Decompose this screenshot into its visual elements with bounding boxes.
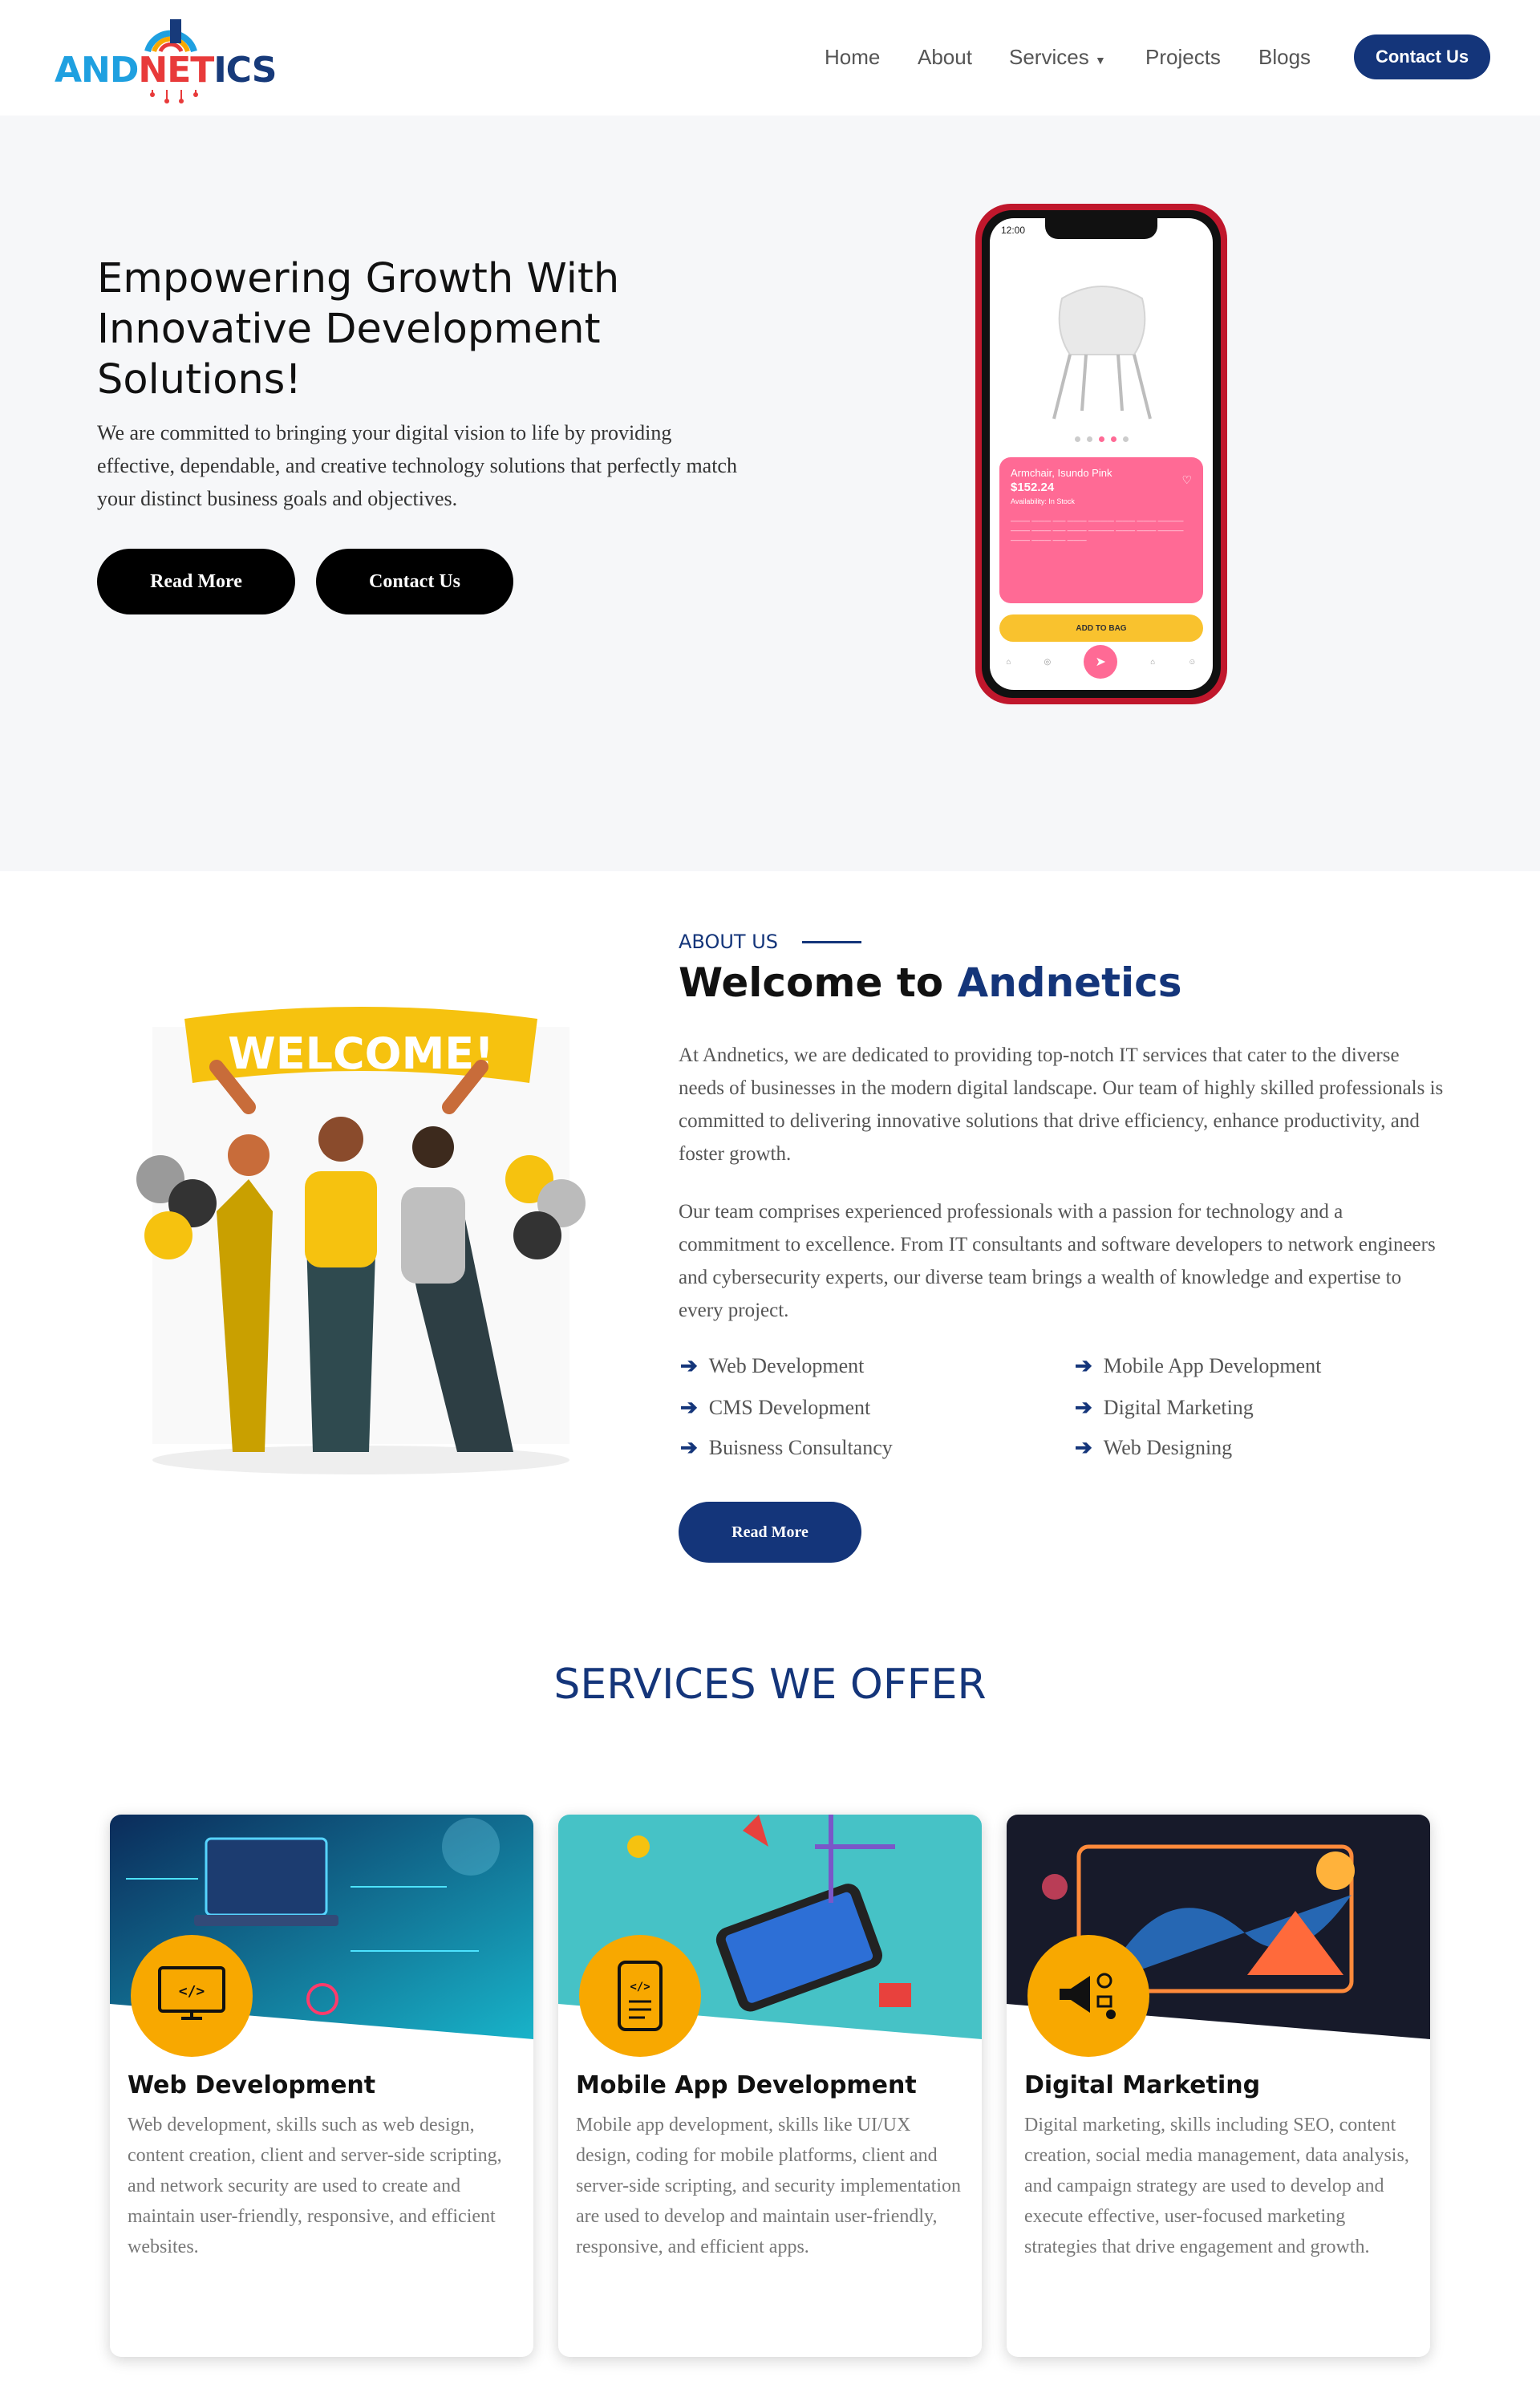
- service-card-web-development[interactable]: </> Web Development Web development, ski…: [110, 1815, 533, 2357]
- arrow-right-icon: ➔: [1075, 1436, 1092, 1459]
- nav-about[interactable]: About: [918, 45, 972, 70]
- card-description: Digital marketing, skills including SEO,…: [1024, 2115, 1409, 2257]
- andnetics-logo[interactable]: ANDNETICS: [55, 11, 277, 106]
- phone-status-time: 12:00: [1001, 225, 1026, 236]
- about-title-plain: Welcome to: [679, 959, 958, 1006]
- hero-title: Empowering Growth With Innovative Develo…: [97, 255, 620, 404]
- card-title: Mobile App Development: [576, 2071, 917, 2099]
- nav-blogs[interactable]: Blogs: [1258, 45, 1311, 70]
- welcome-banner-text: WELCOME!: [228, 1028, 494, 1079]
- add-to-bag-button: ADD TO BAG: [999, 614, 1203, 642]
- heart-icon: ♡: [1181, 473, 1192, 486]
- svg-text:</>: </>: [630, 1981, 650, 1993]
- product-card: Armchair, Isundo Pink $152.24 Availabili…: [999, 457, 1203, 603]
- card-description: Web development, skills such as web desi…: [128, 2115, 502, 2257]
- store-tab-icon: ⌂: [1150, 657, 1156, 667]
- product-price: $152.24: [1011, 481, 1055, 494]
- logo-circuit-icon: [150, 90, 198, 103]
- about-paragraph-1: At Andnetics, we are dedicated to provid…: [679, 1044, 1444, 1165]
- code-monitor-icon: </>: [131, 1935, 253, 2057]
- hero-read-more-button[interactable]: Read More: [97, 549, 295, 614]
- hero-section: Empowering Growth With Innovative Develo…: [0, 116, 1540, 871]
- arrow-right-icon: ➔: [680, 1396, 698, 1419]
- armchair-icon: [1052, 286, 1152, 420]
- nav-home[interactable]: Home: [825, 45, 880, 70]
- service-card-mobile-app-development[interactable]: </> Mobile App Development Mobile app de…: [558, 1815, 982, 2357]
- hero-description: We are committed to bringing your digita…: [97, 421, 737, 510]
- profile-tab-icon: ☺: [1188, 657, 1197, 667]
- arrow-right-icon: ➔: [680, 1354, 698, 1377]
- svg-text:</>: </>: [179, 1983, 205, 2000]
- nav-services-label: Services: [1009, 45, 1089, 69]
- mobile-code-icon: </>: [579, 1935, 701, 2057]
- card-title: Digital Marketing: [1024, 2071, 1261, 2099]
- feature-mobile-app-development: ➔ Mobile App Development: [1075, 1354, 1322, 1377]
- about-title-brand: Andnetics: [957, 959, 1182, 1006]
- feature-web-designing: ➔ Web Designing: [1075, 1436, 1233, 1459]
- feature-business-consultancy: ➔ Buisness Consultancy: [680, 1436, 893, 1459]
- nav-services[interactable]: Services ▼: [1009, 45, 1106, 70]
- arrow-right-icon: ➔: [1075, 1354, 1092, 1377]
- welcome-illustration: WELCOME!: [136, 1007, 586, 1474]
- card-description: Mobile app development, skills like UI/U…: [576, 2115, 962, 2257]
- nav-projects[interactable]: Projects: [1145, 45, 1221, 70]
- phone-mockup-image: 12:00 Armchair, Isundo Pink $152.24 Avai…: [975, 204, 1227, 704]
- about-title: Welcome to Andnetics: [679, 959, 1182, 1006]
- megaphone-marketing-icon: [1027, 1935, 1149, 2057]
- chevron-down-icon: ▼: [1094, 54, 1106, 67]
- product-availability: Availability: In Stock: [1011, 497, 1075, 505]
- card-title: Web Development: [128, 2071, 376, 2099]
- hero-contact-button[interactable]: Contact Us: [316, 549, 513, 614]
- top-navbar: ANDNETICS Home About Services ▼ Projects…: [0, 0, 1540, 116]
- nav-contact-button[interactable]: Contact Us: [1354, 34, 1490, 79]
- feature-cms-development: ➔ CMS Development: [680, 1396, 871, 1419]
- feature-web-development: ➔ Web Development: [680, 1354, 865, 1377]
- service-card-digital-marketing[interactable]: Digital Marketing Digital marketing, ski…: [1007, 1815, 1430, 2357]
- explore-tab-icon: ◎: [1044, 657, 1052, 667]
- home-tab-icon: ⌂: [1006, 657, 1011, 667]
- feature-digital-marketing: ➔ Digital Marketing: [1075, 1396, 1254, 1419]
- about-kicker: ABOUT US: [679, 931, 862, 953]
- services-title: SERVICES WE OFFER: [553, 1661, 987, 1709]
- arrow-right-icon: ➔: [680, 1436, 698, 1459]
- product-name: Armchair, Isundo Pink: [1011, 467, 1112, 479]
- arrow-right-icon: ➔: [1075, 1396, 1092, 1419]
- about-kicker-label: ABOUT US: [679, 931, 779, 953]
- logo-wordmark: ANDNETICS: [55, 50, 277, 91]
- about-read-more-button[interactable]: Read More: [679, 1502, 861, 1563]
- send-fab-icon: ➤: [1084, 645, 1118, 679]
- about-paragraph-2: Our team comprises experienced professio…: [679, 1201, 1436, 1321]
